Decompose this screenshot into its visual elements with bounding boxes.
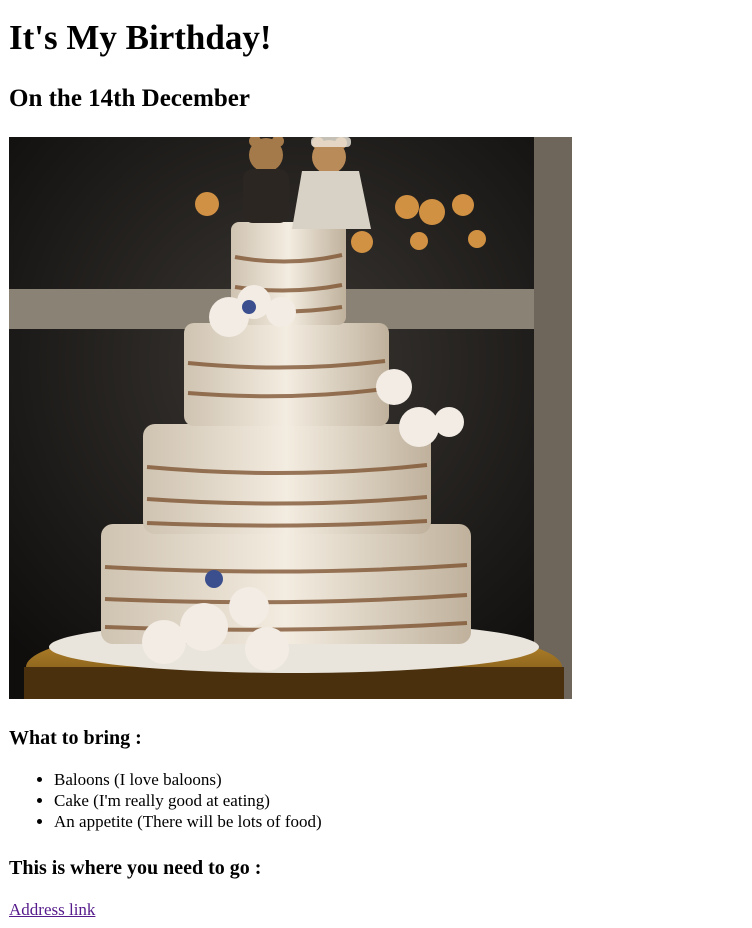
page-title: It's My Birthday! xyxy=(9,18,272,57)
address-link[interactable]: Address link xyxy=(9,899,95,921)
list-item: Baloons (I love baloons) xyxy=(54,769,322,790)
cake-photo xyxy=(9,137,572,699)
bring-list: Baloons (I love baloons) Cake (I'm reall… xyxy=(9,769,322,832)
list-item: An appetite (There will be lots of food) xyxy=(54,811,322,832)
list-item: Cake (I'm really good at eating) xyxy=(54,790,322,811)
bring-heading: What to bring : xyxy=(9,727,142,749)
cake-illustration xyxy=(9,137,572,699)
page-subtitle: On the 14th December xyxy=(9,85,250,112)
location-heading: This is where you need to go : xyxy=(9,857,262,879)
